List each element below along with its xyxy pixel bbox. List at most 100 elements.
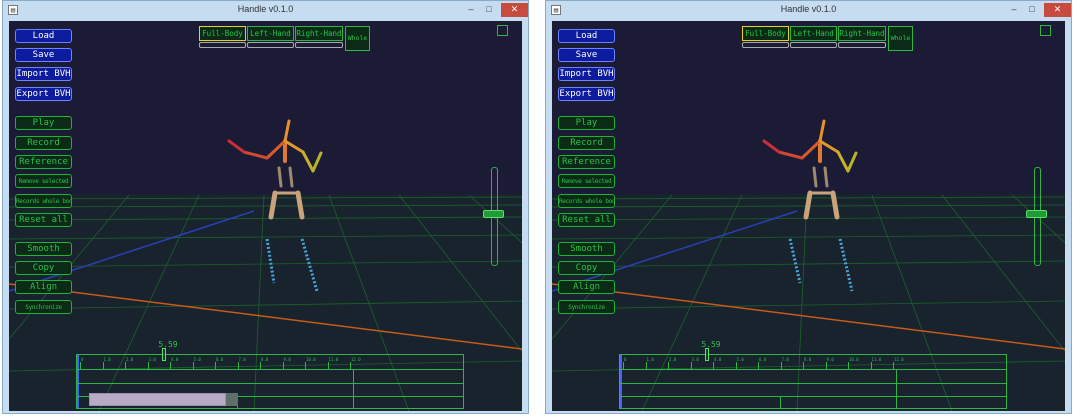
timeline-tick-label: 7.0 [781, 357, 789, 362]
align-button[interactable]: Align [558, 280, 615, 294]
timeline-tick [215, 362, 216, 369]
remove-selected-button[interactable]: Remove selected [558, 174, 615, 188]
timeline-tick-label: 11.0 [328, 357, 339, 362]
app-window-1: ▤ Handle v0.1.0 – □ ✕ Load Save Import B… [2, 0, 529, 414]
records-whole-body-button[interactable]: Records whole body [558, 194, 615, 208]
timeline-tick [690, 362, 692, 369]
timeline-track-divider [620, 369, 1006, 370]
export-bvh-button[interactable]: Export BVH [558, 87, 615, 101]
window-title: Handle v0.1.0 [237, 4, 294, 14]
timeline[interactable]: 0 1.0 2.0 3.0 4.0 5.0 6.0 7.0 8.0 9.0 10.0 11.0 12.0 [619, 354, 1007, 409]
timeline-tick [305, 362, 306, 369]
timeline-playhead[interactable] [705, 348, 709, 361]
timeline-tick-label: 5.0 [193, 357, 201, 362]
load-button[interactable]: Load [558, 29, 615, 43]
mode-left-hand-indicator [790, 42, 837, 48]
3d-viewport[interactable]: Load Save Import BVH Export BVH Play Rec… [9, 21, 522, 411]
timeline-tick-label: 3.0 [691, 357, 699, 362]
timeline-playhead[interactable] [162, 348, 166, 361]
timeline-tick-label: 2.0 [126, 357, 134, 362]
timeline-tick [825, 362, 827, 369]
mode-full-body-indicator [742, 42, 789, 48]
reset-all-button[interactable]: Reset all [15, 213, 72, 227]
mode-full-body-button[interactable]: Full-Body [199, 26, 246, 41]
3d-scene [552, 119, 1065, 411]
reference-button[interactable]: Reference [558, 155, 615, 169]
title-bar[interactable]: ▤ Handle v0.1.0 – □ ✕ [546, 1, 1071, 21]
timeline-tick-label: 6.0 [759, 357, 767, 362]
title-bar[interactable]: ▤ Handle v0.1.0 – □ ✕ [3, 1, 528, 21]
timeline-tick-label: 8.0 [261, 357, 269, 362]
synchronize-button[interactable]: Synchronize [558, 300, 615, 314]
timeline-clip[interactable] [89, 393, 226, 406]
timeline-tick [192, 362, 194, 369]
corner-toggle[interactable] [1040, 25, 1051, 36]
3d-viewport[interactable]: Load Save Import BVH Export BVH Play Rec… [552, 21, 1065, 411]
minimize-button[interactable]: – [463, 3, 479, 17]
import-bvh-button[interactable]: Import BVH [15, 67, 72, 81]
mode-full-body-indicator [199, 42, 246, 48]
save-button[interactable]: Save [558, 48, 615, 62]
close-button[interactable]: ✕ [1044, 3, 1071, 17]
timeline-tick-label: 8.0 [804, 357, 812, 362]
timeline-tick-label: 7.0 [238, 357, 246, 362]
save-button[interactable]: Save [15, 48, 72, 62]
play-button[interactable]: Play [15, 116, 72, 130]
timeline-tick [170, 362, 171, 369]
timeline-tick-label: 1.0 [646, 357, 654, 362]
align-button[interactable]: Align [15, 280, 72, 294]
smooth-button[interactable]: Smooth [558, 242, 615, 256]
timeline-tick-label: 9.0 [283, 357, 291, 362]
timeline-tick [668, 362, 669, 369]
maximize-button[interactable]: □ [1024, 3, 1040, 17]
timeline-tick [623, 362, 624, 369]
record-button[interactable]: Record [558, 136, 615, 150]
mode-left-hand-indicator [247, 42, 294, 48]
timeline-tick [147, 362, 149, 369]
timeline-marker [780, 396, 781, 408]
minimize-button[interactable]: – [1006, 3, 1022, 17]
timeline-tick-label: 10.0 [849, 357, 859, 362]
timeline-tick-label: 6.0 [216, 357, 224, 362]
timeline-tick [735, 362, 737, 369]
timeline-tick [803, 362, 804, 369]
timeline-tick-label: 0 [81, 357, 84, 362]
timeline-tick [327, 362, 329, 369]
maximize-button[interactable]: □ [481, 3, 497, 17]
corner-toggle[interactable] [497, 25, 508, 36]
timeline-marker [353, 369, 354, 408]
close-button[interactable]: ✕ [501, 3, 528, 17]
mode-full-body-button[interactable]: Full-Body [742, 26, 789, 41]
reset-all-button[interactable]: Reset all [558, 213, 615, 227]
reference-button[interactable]: Reference [15, 155, 72, 169]
export-bvh-button[interactable]: Export BVH [15, 87, 72, 101]
smooth-button[interactable]: Smooth [15, 242, 72, 256]
import-bvh-button[interactable]: Import BVH [558, 67, 615, 81]
load-button[interactable]: Load [15, 29, 72, 43]
mode-left-hand-button[interactable]: Left-Hand [247, 26, 294, 41]
timeline-tick-label: 12.0 [894, 357, 904, 362]
synchronize-button[interactable]: Synchronize [15, 300, 72, 314]
timeline-tick-label: 1.0 [103, 357, 111, 362]
vertical-slider-thumb[interactable] [483, 210, 504, 218]
timeline-tick [260, 362, 261, 369]
mode-whole-button[interactable]: Whole [345, 26, 370, 51]
timeline-tick-label: 4.0 [171, 357, 179, 362]
copy-button[interactable]: Copy [15, 261, 72, 275]
timeline-track-divider [620, 396, 1006, 397]
mode-right-hand-button[interactable]: Right-Hand [838, 26, 886, 41]
play-button[interactable]: Play [558, 116, 615, 130]
timeline-tick-label: 4.0 [714, 357, 722, 362]
timeline-clip-end [226, 393, 238, 406]
timeline-tick [80, 362, 81, 369]
mode-whole-button[interactable]: Whole [888, 26, 913, 51]
mode-right-hand-button[interactable]: Right-Hand [295, 26, 343, 41]
mode-left-hand-button[interactable]: Left-Hand [790, 26, 837, 41]
timeline-tick-label: 5.0 [736, 357, 744, 362]
remove-selected-button[interactable]: Remove selected [15, 174, 72, 188]
copy-button[interactable]: Copy [558, 261, 615, 275]
records-whole-body-button[interactable]: Records whole body [15, 194, 72, 208]
timeline-tick-label: 12.0 [351, 357, 361, 362]
vertical-slider-thumb[interactable] [1026, 210, 1047, 218]
record-button[interactable]: Record [15, 136, 72, 150]
